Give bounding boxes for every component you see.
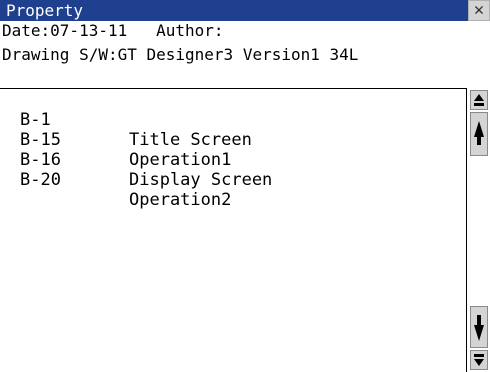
date-author-line: Date:07-13-11 Author: xyxy=(2,21,224,40)
close-icon[interactable]: ✕ xyxy=(469,1,489,20)
screen-name: Display Screen xyxy=(129,170,273,190)
title-bar: Property ✕ xyxy=(0,0,490,21)
list-item[interactable]: B-1 Title Screen xyxy=(0,90,466,150)
property-window: Property ✕ Date:07-13-11 Author: Drawing… xyxy=(0,0,490,372)
drawing-software-line: Drawing S/W:GT Designer3 Version1 34L xyxy=(2,45,359,64)
scroll-bottom-icon[interactable] xyxy=(470,350,488,370)
window-title: Property xyxy=(6,1,84,20)
scroll-top-icon[interactable] xyxy=(470,90,488,110)
scroll-up-icon[interactable] xyxy=(470,112,488,156)
vertical-scrollbar[interactable] xyxy=(467,88,490,372)
scroll-down-icon[interactable] xyxy=(470,306,488,348)
list-item[interactable]: B-20 Operation2 xyxy=(0,150,466,210)
screen-code: B-20 xyxy=(20,170,61,190)
list-item[interactable]: B-16 Display Screen xyxy=(0,130,466,190)
title-highlight: Property xyxy=(0,0,468,21)
screen-list: B-1 Title Screen B-15 Operation1 B-16 Di… xyxy=(0,88,467,372)
list-item[interactable]: B-15 Operation1 xyxy=(0,110,466,170)
screen-name: Operation2 xyxy=(129,190,232,210)
